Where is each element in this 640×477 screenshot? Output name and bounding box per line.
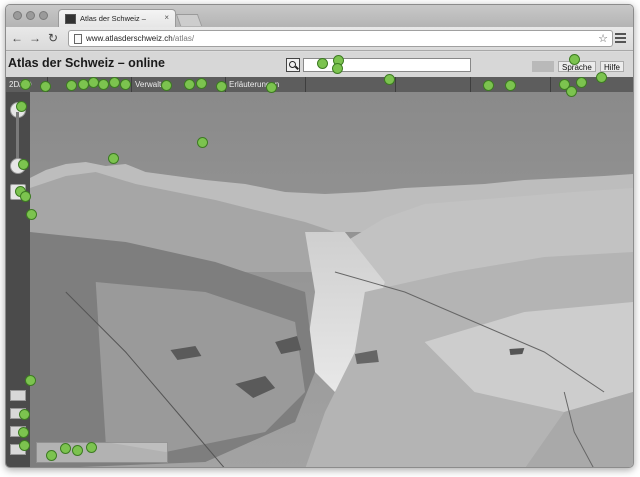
zoom-window-icon[interactable] — [39, 11, 48, 20]
marker — [483, 80, 494, 91]
marker — [596, 72, 607, 83]
map-3d-view[interactable] — [6, 92, 633, 468]
marker — [20, 191, 31, 202]
address-url: www.atlasderschweiz.ch/atlas/ — [86, 34, 195, 43]
help-button[interactable]: Hilfe — [600, 61, 625, 72]
marker — [332, 63, 343, 74]
marker — [46, 450, 57, 461]
address-bar[interactable]: www.atlasderschweiz.ch/atlas/ ☆ — [68, 30, 613, 47]
marker — [20, 79, 31, 90]
marker — [25, 375, 36, 386]
marker — [184, 79, 195, 90]
tab-strip: Atlas der Schweiz – × — [6, 5, 633, 27]
marker — [16, 101, 27, 112]
minimize-window-icon[interactable] — [26, 11, 35, 20]
forward-icon[interactable]: → — [28, 31, 42, 45]
marker — [317, 58, 328, 69]
new-tab-button[interactable] — [175, 14, 203, 26]
marker — [98, 79, 109, 90]
layer-button-1[interactable] — [10, 390, 26, 401]
marker — [569, 54, 580, 65]
page-title: Atlas der Schweiz – online — [8, 56, 165, 70]
browser-tab[interactable]: Atlas der Schweiz – × — [58, 9, 176, 27]
marker — [197, 137, 208, 148]
marker — [576, 77, 587, 88]
marker — [266, 82, 277, 93]
back-icon[interactable]: ← — [10, 31, 24, 45]
marker — [86, 442, 97, 453]
browser-window: Atlas der Schweiz – × ← → ↻ www.atlasder… — [5, 4, 634, 468]
menu-item-5[interactable] — [306, 77, 396, 92]
marker — [26, 209, 37, 220]
marker — [505, 80, 516, 91]
marker — [18, 159, 29, 170]
marker — [18, 427, 29, 438]
search-input[interactable] — [303, 58, 471, 72]
marker — [72, 445, 83, 456]
reload-icon[interactable]: ↻ — [46, 31, 60, 45]
browser-toolbar: ← → ↻ www.atlasderschweiz.ch/atlas/ ☆ — [6, 27, 633, 51]
marker — [120, 79, 131, 90]
marker — [66, 80, 77, 91]
tab-title: Atlas der Schweiz – — [80, 14, 146, 23]
status-box — [532, 61, 554, 72]
menu-item-manage[interactable]: Verwalten — [132, 77, 226, 92]
marker — [108, 153, 119, 164]
tab-close-icon[interactable]: × — [164, 13, 169, 22]
marker — [384, 74, 395, 85]
wrench-icon[interactable] — [615, 31, 627, 45]
marker — [19, 409, 30, 420]
lake-5 — [509, 348, 525, 355]
favicon-icon — [65, 14, 76, 24]
marker — [19, 440, 30, 451]
marker — [216, 81, 227, 92]
marker — [161, 80, 172, 91]
marker — [566, 86, 577, 97]
marker — [109, 77, 120, 88]
close-window-icon[interactable] — [13, 11, 22, 20]
star-icon[interactable]: ☆ — [598, 32, 608, 45]
menu-item-6[interactable] — [396, 77, 471, 92]
marker — [60, 443, 71, 454]
marker — [40, 81, 51, 92]
page-icon — [74, 34, 82, 44]
marker — [196, 78, 207, 89]
search-icon[interactable] — [286, 58, 300, 72]
